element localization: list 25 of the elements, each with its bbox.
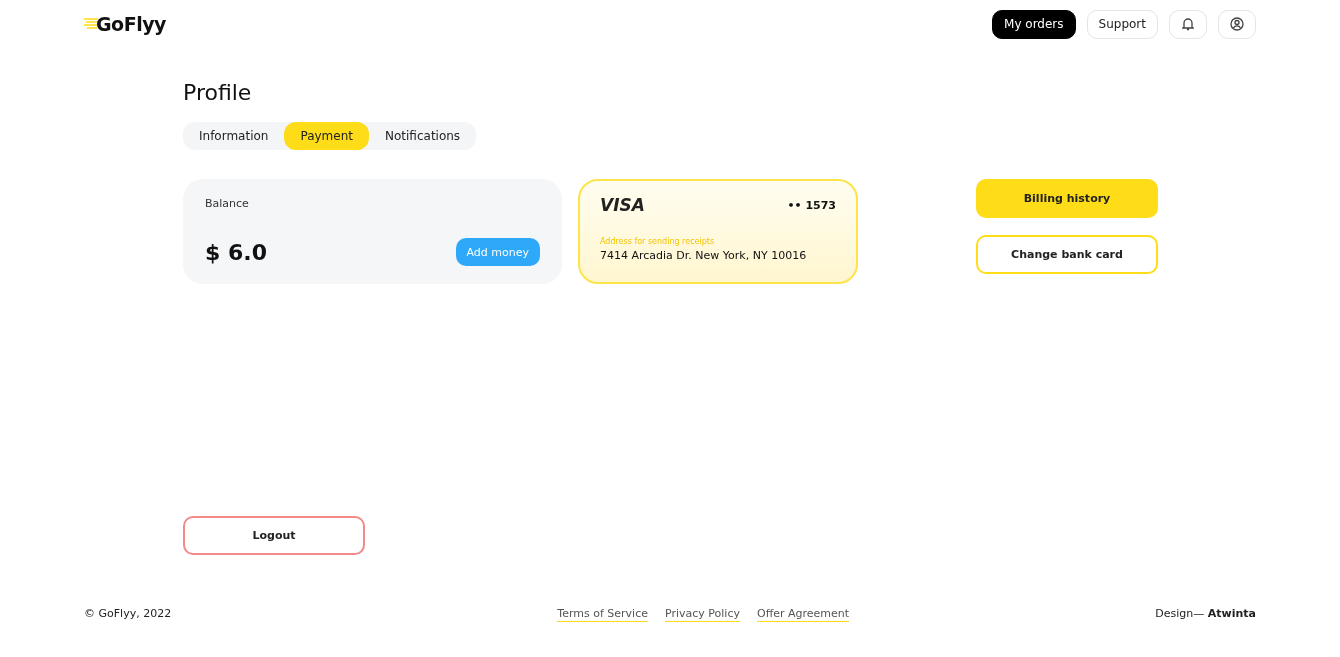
nav-button[interactable]: My orders — [992, 9, 1076, 39]
action-button[interactable]: Change bank card — [976, 235, 1158, 274]
bell-icon — [1182, 17, 1194, 31]
user-icon — [1230, 17, 1244, 31]
balance-amount: $ 6.0 — [205, 239, 267, 265]
card-brand: VISA — [600, 195, 645, 215]
footer-link[interactable]: Privacy Policy — [665, 607, 740, 622]
notifications-button[interactable] — [1169, 9, 1207, 39]
footer-link[interactable]: Terms of Service — [557, 607, 648, 622]
profile-button[interactable] — [1218, 9, 1256, 39]
tab[interactable]: Payment — [284, 122, 369, 150]
address-text: 7414 Arcadia Dr. New York, NY 10016 — [600, 249, 808, 262]
footer-link[interactable]: Offer Agreement — [756, 607, 850, 622]
action-button[interactable]: Billing history — [976, 179, 1158, 218]
card-number: •• 1573 — [787, 198, 836, 212]
logo[interactable]: GoFlyy — [96, 13, 166, 35]
balance-label: Balance — [205, 197, 250, 210]
copyright: © GoFlyy, 2022 — [84, 607, 172, 620]
logout-button[interactable]: Logout — [183, 516, 365, 555]
page-title: Profile — [183, 79, 253, 107]
nav-button[interactable]: Support — [1086, 9, 1158, 39]
tab[interactable]: Information — [183, 122, 285, 150]
tab[interactable]: Notifications — [369, 122, 477, 150]
design-credit: Design— Atwinta — [1155, 607, 1256, 620]
address-label: Address for sending receipts — [600, 237, 716, 246]
